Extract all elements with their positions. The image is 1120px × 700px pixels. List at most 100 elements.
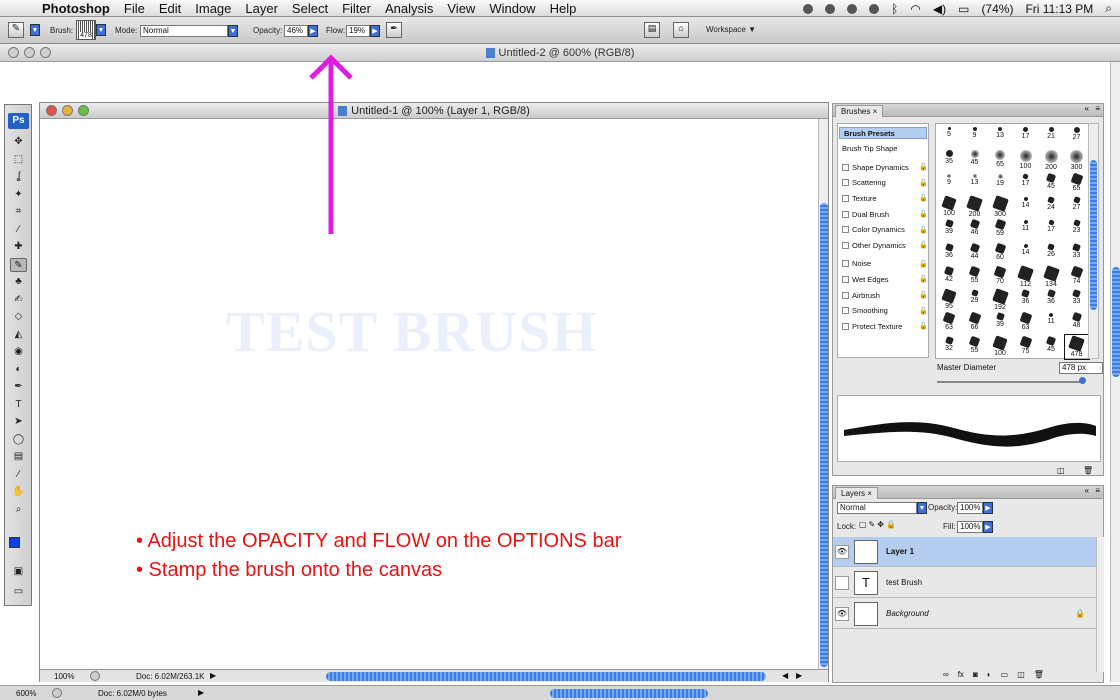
bluetooth-icon[interactable]: ᛒ bbox=[891, 2, 898, 16]
layer-mask-icon[interactable]: ◙ bbox=[973, 670, 978, 679]
mode-select[interactable]: Normal bbox=[140, 25, 228, 37]
zoom-icon[interactable] bbox=[40, 47, 51, 58]
tab-brushes[interactable]: Brushes × bbox=[835, 105, 884, 117]
brush-option[interactable]: Wet Edges 🔓 bbox=[842, 273, 928, 285]
scroll-thumb[interactable] bbox=[1112, 267, 1120, 377]
minimize-icon[interactable] bbox=[62, 105, 73, 116]
flow-slider-button[interactable]: ▶ bbox=[370, 25, 380, 37]
background-zoom-level[interactable]: 600% bbox=[16, 689, 36, 698]
brush-preset[interactable]: 63 bbox=[937, 311, 961, 335]
lock-icons[interactable]: ▢✎✥🔒 bbox=[859, 520, 898, 529]
brush-preset[interactable]: 192 bbox=[988, 288, 1012, 312]
workspace-menu[interactable]: Workspace ▼ bbox=[706, 25, 756, 34]
status-menu-icon[interactable] bbox=[52, 688, 62, 698]
brush-option[interactable]: Smoothing 🔓 bbox=[842, 305, 928, 317]
minimize-icon[interactable] bbox=[24, 47, 35, 58]
brush-grid-scrollbar[interactable] bbox=[1088, 123, 1099, 359]
eyedropper-icon[interactable]: ⁄ bbox=[10, 468, 27, 482]
brush-preset[interactable]: 32 bbox=[937, 335, 961, 359]
option-checkbox[interactable] bbox=[842, 307, 849, 315]
airbrush-icon[interactable]: ✒ bbox=[386, 22, 402, 38]
spotlight-icon[interactable]: ⌕ bbox=[1105, 1, 1112, 16]
lock-icon[interactable]: 🔓 bbox=[919, 163, 928, 171]
panel-collapse-icon[interactable]: « bbox=[1085, 486, 1089, 495]
new-group-icon[interactable]: ▭ bbox=[1001, 670, 1009, 679]
layer-opacity-field[interactable]: 100% bbox=[957, 502, 983, 514]
brush-preset[interactable]: 200 bbox=[963, 195, 987, 219]
canvas[interactable] bbox=[40, 119, 818, 669]
blur-icon[interactable]: ◉ bbox=[10, 345, 27, 359]
document-title-bar[interactable]: Untitled-1 @ 100% (Layer 1, RGB/8) bbox=[40, 103, 828, 119]
status-icon[interactable] bbox=[825, 3, 836, 14]
dodge-icon[interactable]: ◐ bbox=[10, 363, 27, 377]
brush-preset[interactable]: 35 bbox=[937, 148, 961, 172]
option-checkbox[interactable] bbox=[842, 322, 849, 330]
visibility-eye-icon[interactable]: 👁 bbox=[835, 544, 849, 559]
brush-preset[interactable]: 100 bbox=[937, 195, 961, 219]
lasso-icon[interactable]: ʆ bbox=[10, 170, 27, 184]
brush-preset[interactable]: 46 bbox=[963, 218, 987, 242]
document-horizontal-scrollbar[interactable] bbox=[326, 672, 766, 681]
option-checkbox[interactable] bbox=[842, 275, 849, 283]
menu-app-name[interactable]: Photoshop bbox=[42, 1, 110, 16]
brush-preset[interactable]: 55 bbox=[963, 335, 987, 359]
lock-icon[interactable]: 🔓 bbox=[919, 307, 928, 315]
brush-preset[interactable]: 14 bbox=[1014, 195, 1038, 219]
menu-view[interactable]: View bbox=[447, 1, 475, 16]
brush-preset[interactable]: 23 bbox=[1065, 218, 1089, 242]
slice-icon[interactable]: ⁄ bbox=[10, 223, 27, 237]
brush-preset[interactable]: 478 bbox=[1063, 333, 1090, 360]
menu-window[interactable]: Window bbox=[489, 1, 535, 16]
lock-icon[interactable]: 🔓 bbox=[919, 210, 928, 218]
brush-preset[interactable]: 59 bbox=[988, 218, 1012, 242]
blend-mode-dropdown[interactable]: ▼ bbox=[917, 502, 927, 514]
lock-icon[interactable]: 🔓 bbox=[919, 179, 928, 187]
option-checkbox[interactable] bbox=[842, 291, 849, 299]
brush-picker-dropdown[interactable]: ▼ bbox=[96, 24, 106, 36]
brush-preset[interactable]: 112 bbox=[1014, 264, 1038, 289]
history-brush-icon[interactable]: ✍ bbox=[10, 293, 27, 307]
status-arrow-icon[interactable]: ▶ bbox=[198, 688, 204, 697]
flow-field[interactable]: 19% bbox=[346, 25, 370, 37]
brush-option[interactable]: Other Dynamics 🔓 bbox=[842, 239, 928, 251]
brush-preset[interactable]: 300 bbox=[1065, 148, 1089, 172]
scroll-left-icon[interactable]: ◀ bbox=[782, 671, 788, 680]
brush-preset[interactable]: 100 bbox=[1014, 148, 1038, 172]
adjustment-layer-icon[interactable]: ◐ bbox=[987, 670, 992, 679]
quick-mask-icon[interactable]: ▣ bbox=[10, 565, 27, 579]
brush-preset[interactable]: 44 bbox=[963, 242, 987, 266]
zoom-level[interactable]: 100% bbox=[54, 672, 74, 681]
brush-preset[interactable]: 17 bbox=[1014, 125, 1038, 149]
slider-thumb[interactable] bbox=[1079, 377, 1086, 384]
brush-preset[interactable]: 66 bbox=[963, 311, 987, 335]
brush-preset[interactable]: 9 bbox=[937, 172, 961, 196]
brush-option[interactable]: Protect Texture 🔓 bbox=[842, 320, 928, 332]
brush-preset[interactable]: 55 bbox=[963, 265, 987, 289]
menu-file[interactable]: File bbox=[124, 1, 145, 16]
option-checkbox[interactable] bbox=[842, 226, 849, 234]
layer-style-icon[interactable]: fx bbox=[958, 670, 964, 679]
lock-icon[interactable]: 🔓 bbox=[919, 322, 928, 330]
wifi-icon[interactable]: ◠ bbox=[910, 2, 920, 16]
move-icon[interactable]: ✥ bbox=[10, 135, 27, 149]
marquee-icon[interactable]: ⬚ bbox=[10, 153, 27, 167]
link-layers-icon[interactable]: ∞ bbox=[943, 670, 949, 679]
pen-icon[interactable]: ✒ bbox=[10, 380, 27, 394]
brush-preset[interactable]: 11 bbox=[1014, 218, 1038, 242]
lock-icon[interactable]: 🔓 bbox=[919, 226, 928, 234]
brush-preset[interactable]: 19 bbox=[988, 172, 1012, 196]
brush-preset[interactable]: 27 bbox=[1065, 125, 1089, 149]
brush-preset[interactable]: 33 bbox=[1065, 242, 1089, 266]
scroll-right-icon[interactable]: ▶ bbox=[796, 671, 802, 680]
status-icon[interactable] bbox=[803, 3, 814, 14]
background-window-vertical-scrollbar[interactable] bbox=[1110, 62, 1120, 682]
brush-preset[interactable]: 60 bbox=[988, 242, 1012, 266]
stamp-icon[interactable]: ♣ bbox=[10, 275, 27, 289]
notes-icon[interactable]: ▤ bbox=[10, 450, 27, 464]
brush-option[interactable]: Brush Presets bbox=[839, 127, 927, 139]
panel-menu-icon[interactable]: ≡ bbox=[1095, 104, 1100, 113]
visibility-eye-icon[interactable]: 👁 bbox=[835, 606, 849, 621]
brush-preset[interactable]: 33 bbox=[1065, 288, 1089, 312]
layer-row[interactable]: 👁 Background 🔒 bbox=[833, 599, 1097, 629]
lock-icon[interactable]: 🔓 bbox=[919, 275, 928, 283]
